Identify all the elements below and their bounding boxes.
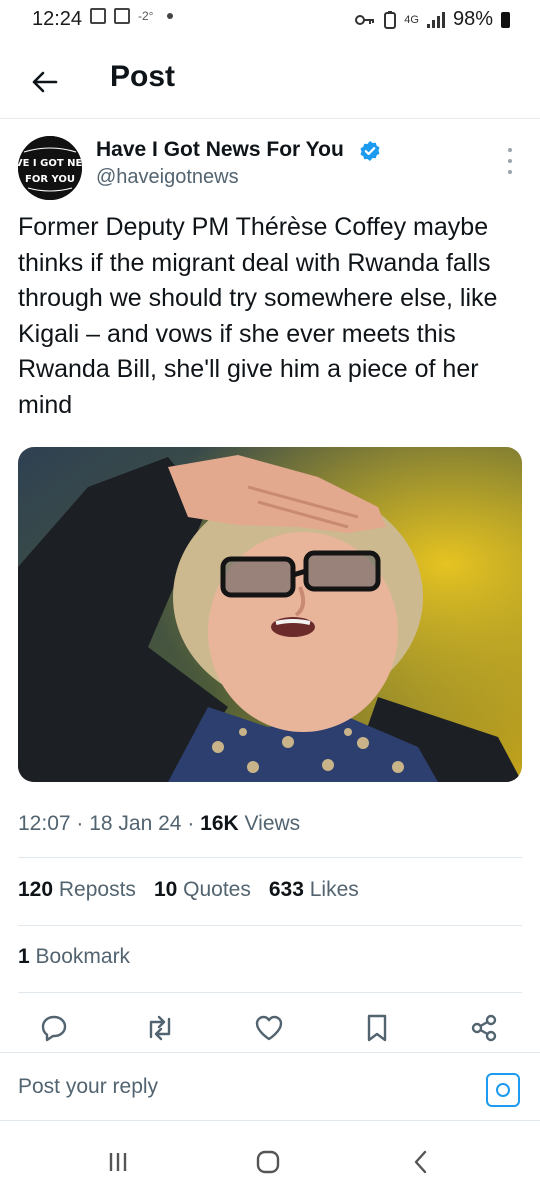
author-name[interactable]: Have I Got News For You: [96, 138, 344, 162]
bookmarks-label: Bookmark: [35, 945, 131, 968]
more-options-button[interactable]: [500, 148, 520, 174]
reply-button[interactable]: [36, 1010, 72, 1046]
home-button[interactable]: [248, 1147, 288, 1177]
more-vertical-icon: [508, 148, 512, 152]
recent-apps-icon: [109, 1153, 127, 1171]
avatar-logo: HAVE I GOT NEWS FOR YOU: [18, 136, 82, 200]
bookmark-button[interactable]: [359, 1010, 395, 1046]
reply-bar: Post your reply: [0, 1052, 540, 1121]
share-icon: [471, 1014, 497, 1042]
quotes-count: 10: [153, 878, 178, 901]
post-text: Former Deputy PM Thérèse Coffey maybe th…: [18, 213, 498, 419]
home-icon: [256, 1150, 280, 1174]
battery-icon: [501, 11, 510, 28]
like-button[interactable]: [251, 1010, 287, 1046]
avatar[interactable]: HAVE I GOT NEWS FOR YOU: [18, 136, 82, 200]
divider: [18, 857, 522, 858]
author-handle[interactable]: @haveigotnews: [96, 166, 239, 189]
camera-icon: [496, 1083, 510, 1097]
status-temperature: -2°: [138, 9, 154, 23]
battery-percent: 98%: [452, 8, 493, 30]
status-bar: 12:24 -2° 4G 98%: [0, 0, 540, 40]
page-title: Post: [110, 60, 176, 93]
more-dot: [508, 170, 512, 174]
notification-dot-icon: [167, 13, 174, 19]
status-left-icons: -2°: [90, 8, 174, 24]
camera-button[interactable]: [486, 1073, 520, 1107]
likes-stat[interactable]: 633 Likes: [269, 878, 359, 902]
arrow-left-icon: [32, 71, 58, 93]
key-icon: [355, 14, 375, 25]
system-back-button[interactable]: [400, 1147, 440, 1177]
share-button[interactable]: [466, 1010, 502, 1046]
post-image-illustration: [18, 447, 522, 782]
svg-text:FOR YOU: FOR YOU: [25, 174, 75, 185]
post-meta: 12:07 · 18 Jan 24 · 16K Views: [18, 812, 301, 835]
verified-badge-icon: [360, 141, 380, 161]
quotes-stat[interactable]: 10 Quotes: [154, 878, 251, 902]
divider: [18, 992, 522, 993]
heart-icon: [255, 1015, 283, 1041]
status-right-icons: 4G 98%: [354, 8, 510, 31]
back-button[interactable]: [24, 62, 64, 102]
reply-icon: [41, 1015, 67, 1042]
reply-input[interactable]: Post your reply: [18, 1075, 158, 1099]
reposts-count: 120: [18, 878, 54, 901]
post-time: 12:07: [18, 812, 71, 835]
recent-apps-button[interactable]: [98, 1147, 138, 1177]
repost-icon: [149, 1015, 171, 1041]
bookmarks-stat[interactable]: 1 Bookmark: [18, 945, 130, 969]
system-navigation-bar: [0, 1120, 540, 1201]
status-time: 12:24: [32, 8, 83, 30]
divider: [18, 925, 522, 926]
top-app-bar: Post: [0, 48, 540, 119]
views-count: 16K: [200, 812, 239, 835]
svg-text:HAVE I GOT NEWS: HAVE I GOT NEWS: [18, 158, 82, 169]
repost-button[interactable]: [142, 1010, 178, 1046]
likes-label: Likes: [309, 878, 359, 901]
signal-icon: [426, 11, 445, 28]
views-label: Views: [244, 812, 301, 835]
engagement-stats: 120 Reposts 10 Quotes 633 Likes: [18, 878, 359, 902]
battery-saver-icon: [384, 10, 397, 29]
calendar-icon: [90, 8, 106, 24]
reposts-label: Reposts: [58, 878, 136, 901]
bookmarks-count: 1: [18, 945, 30, 968]
post-date: 18 Jan 24: [89, 812, 182, 835]
more-dot: [508, 159, 512, 163]
network-type: 4G: [404, 13, 419, 26]
bookmark-icon: [367, 1014, 387, 1042]
chevron-left-icon: [414, 1150, 427, 1174]
reposts-stat[interactable]: 120 Reposts: [18, 878, 136, 902]
quotes-label: Quotes: [183, 878, 251, 901]
post-image[interactable]: [18, 447, 522, 782]
image-icon: [114, 8, 130, 24]
likes-count: 633: [268, 878, 304, 901]
